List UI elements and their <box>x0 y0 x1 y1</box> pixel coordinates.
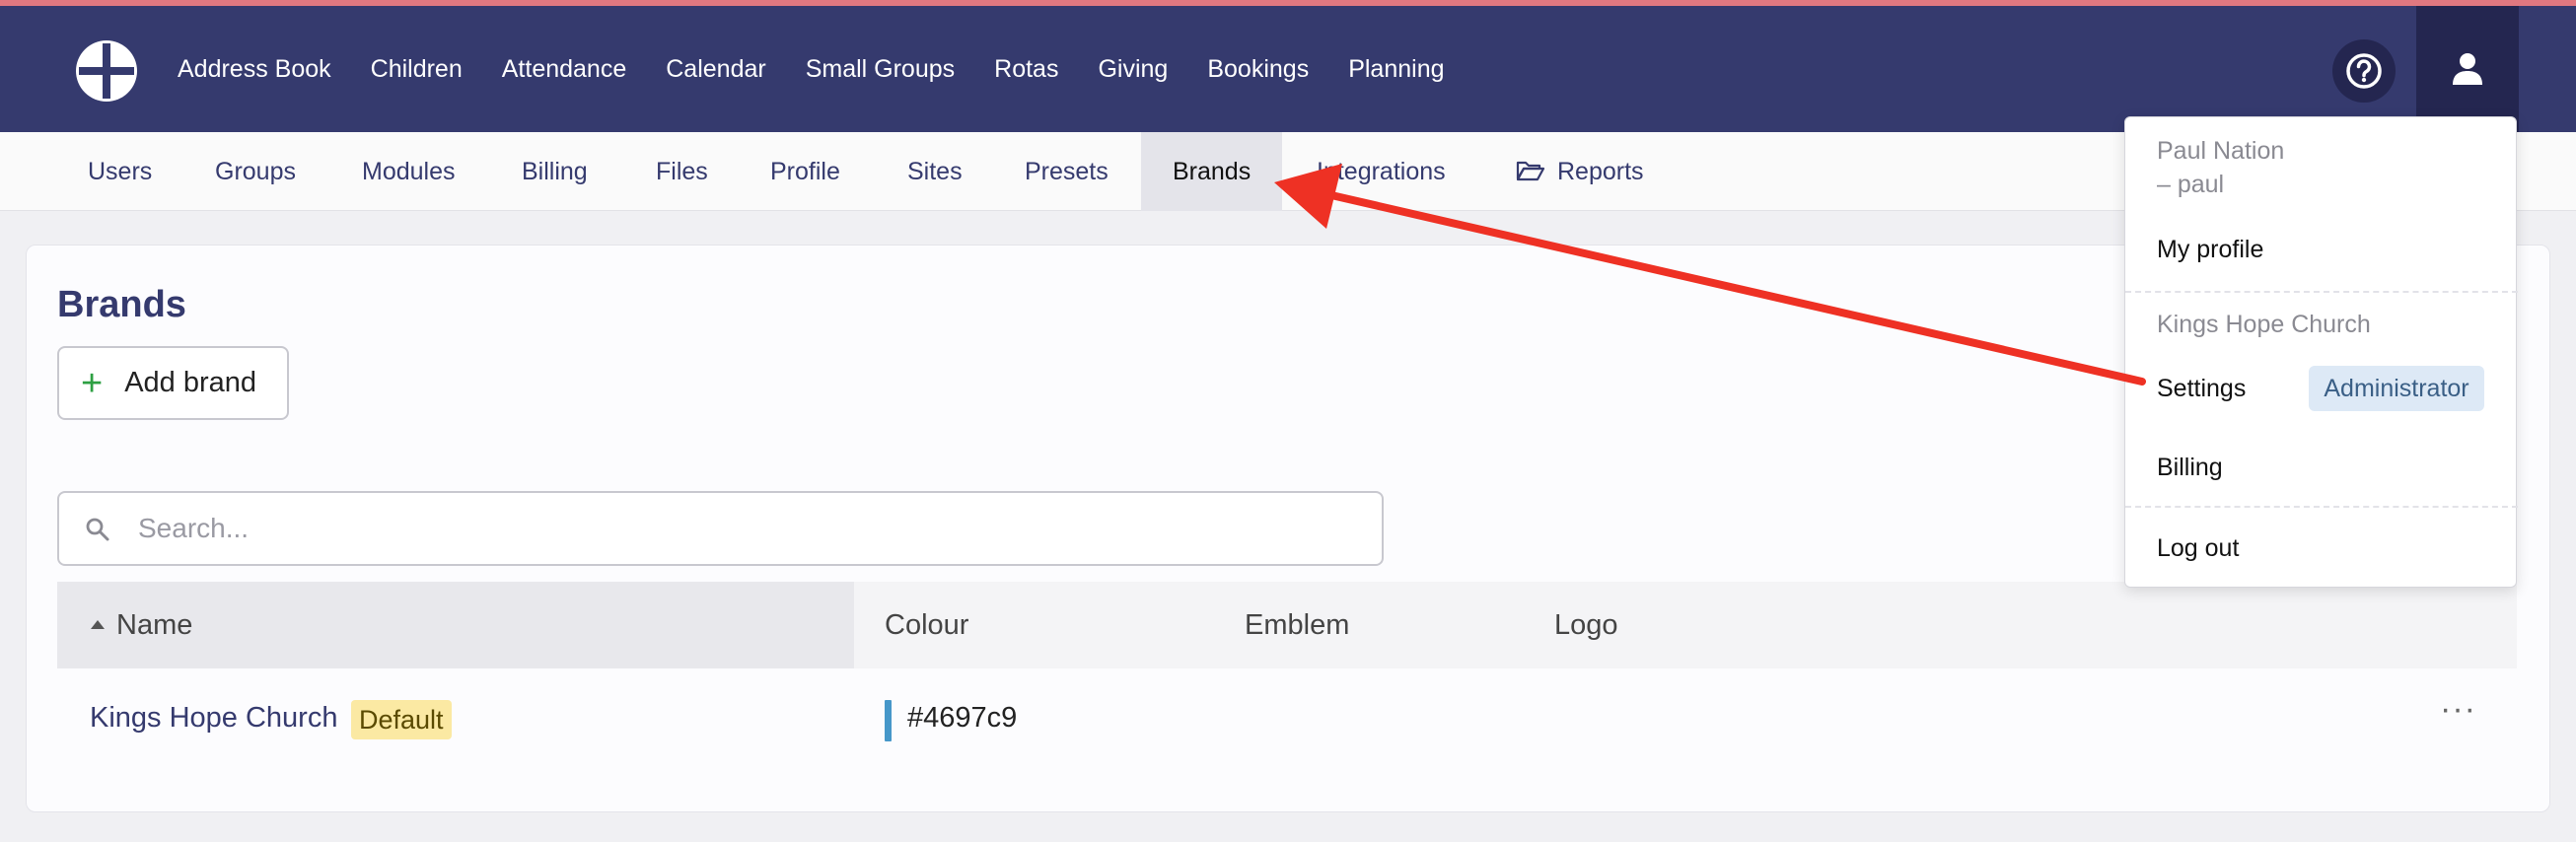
menu-divider <box>2125 291 2518 293</box>
column-header-colour[interactable]: Colour <box>885 582 968 668</box>
org-name: Kings Hope Church <box>2157 311 2371 338</box>
user-name: Paul Nation <box>2157 137 2285 165</box>
default-badge: Default <box>351 700 452 739</box>
nav-address-book[interactable]: Address Book <box>178 55 331 84</box>
nav-giving[interactable]: Giving <box>1098 55 1168 84</box>
tab-groups[interactable]: Groups <box>183 132 327 211</box>
nav-bookings[interactable]: Bookings <box>1207 55 1309 84</box>
search-box <box>57 491 1384 566</box>
tab-files[interactable]: Files <box>624 132 740 211</box>
table-row[interactable]: Kings Hope Church Default #4697c9 ··· <box>57 680 2517 761</box>
add-brand-label: Add brand <box>124 367 257 398</box>
nav-calendar[interactable]: Calendar <box>666 55 765 84</box>
tab-modules[interactable]: Modules <box>330 132 487 211</box>
search-icon <box>86 518 109 541</box>
main-nav: Address Book Children Attendance Calenda… <box>178 6 1484 132</box>
more-actions-icon[interactable]: ··· <box>2440 690 2476 729</box>
folder-open-icon <box>1516 161 1545 181</box>
nav-planning[interactable]: Planning <box>1348 55 1444 84</box>
sort-ascending-icon <box>91 620 105 629</box>
billing-link[interactable]: Billing <box>2157 454 2223 482</box>
page-title: Brands <box>57 284 186 325</box>
user-icon <box>2453 53 2482 85</box>
app-logo-icon[interactable] <box>73 37 140 105</box>
search-input[interactable] <box>138 505 1322 552</box>
nav-small-groups[interactable]: Small Groups <box>806 55 955 84</box>
tab-profile[interactable]: Profile <box>739 132 872 211</box>
top-navigation-bar: Address Book Children Attendance Calenda… <box>0 6 2576 132</box>
column-header-emblem[interactable]: Emblem <box>1245 582 1349 668</box>
tab-reports-label: Reports <box>1557 158 1644 185</box>
column-header-name[interactable]: Name <box>116 582 192 668</box>
table-header: Name Colour Emblem Logo <box>57 582 2517 668</box>
question-circle-icon <box>2346 53 2382 89</box>
colour-value: #4697c9 <box>907 702 1018 734</box>
nav-attendance[interactable]: Attendance <box>502 55 627 84</box>
plus-icon: + <box>81 362 104 404</box>
my-profile-link[interactable]: My profile <box>2157 236 2263 264</box>
tab-users[interactable]: Users <box>56 132 183 211</box>
brand-name-link[interactable]: Kings Hope Church <box>90 702 337 735</box>
column-header-logo[interactable]: Logo <box>1554 582 1618 668</box>
role-badge: Administrator <box>2309 366 2484 411</box>
tab-sites[interactable]: Sites <box>876 132 994 211</box>
user-username: – paul <box>2157 171 2225 198</box>
colour-swatch <box>885 700 892 741</box>
tab-reports[interactable]: Reports <box>1484 132 1676 211</box>
tab-brands[interactable]: Brands <box>1141 132 1283 211</box>
nav-children[interactable]: Children <box>371 55 463 84</box>
user-dropdown-menu: Paul Nation – paul My profile Kings Hope… <box>2124 116 2518 588</box>
user-menu-button[interactable] <box>2416 6 2519 132</box>
logout-link[interactable]: Log out <box>2157 534 2239 563</box>
settings-link[interactable]: Settings <box>2157 375 2246 403</box>
add-brand-button[interactable]: + Add brand <box>57 346 289 420</box>
menu-divider <box>2125 506 2518 508</box>
tab-presets[interactable]: Presets <box>993 132 1140 211</box>
nav-rotas[interactable]: Rotas <box>994 55 1058 84</box>
help-button[interactable] <box>2332 39 2396 103</box>
tab-billing[interactable]: Billing <box>490 132 619 211</box>
tab-integrations[interactable]: Integrations <box>1285 132 1477 211</box>
